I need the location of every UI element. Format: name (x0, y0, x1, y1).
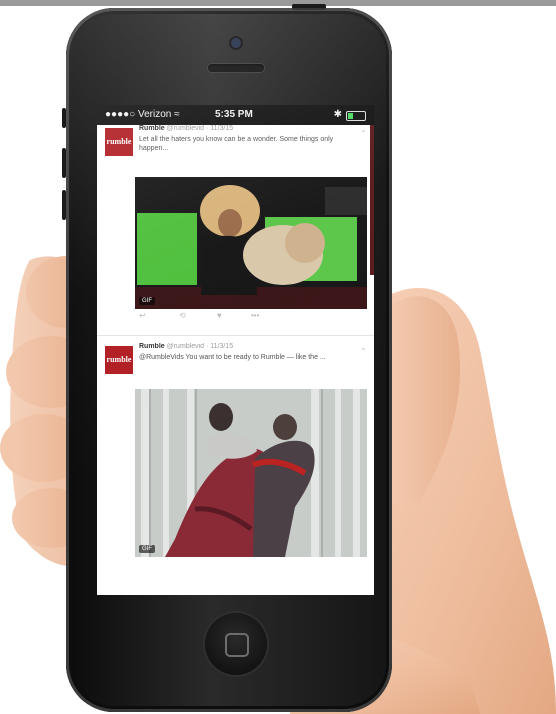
tweet-author[interactable]: Rumble (139, 343, 165, 350)
reply-icon[interactable]: ↩ (139, 311, 146, 320)
power-button[interactable] (292, 4, 326, 10)
bluetooth-icon: ✱ (333, 109, 342, 120)
gif-frame-green-screen (135, 177, 367, 309)
avatar[interactable]: rumble (105, 346, 133, 374)
tweet-text: @RumbleVids You want to be ready to Rumb… (139, 354, 326, 361)
tweet-author[interactable]: Rumble (139, 125, 165, 132)
phone-screen: ●●●●○ Verizon ≈ 5:35 PM ✱ rumble Rumble … (97, 105, 374, 595)
tweet-time: · 11/3/15 (206, 343, 234, 350)
scroll-indicator (370, 125, 374, 275)
mute-switch[interactable] (62, 108, 66, 128)
avatar[interactable]: rumble (105, 128, 133, 156)
more-icon[interactable]: ••• (251, 311, 259, 320)
heart-icon[interactable]: ♥ (217, 311, 222, 320)
battery-level (348, 113, 353, 119)
tweet-text: Let all the haters you know can be a won… (139, 136, 334, 152)
gif-badge: GIF (139, 297, 155, 305)
tweet-handle[interactable]: @rumblevid (167, 343, 204, 350)
home-square-icon (225, 633, 249, 657)
tweet-media-gif[interactable]: GIF (135, 177, 367, 309)
gif-badge: GIF (139, 545, 155, 553)
status-bar: ●●●●○ Verizon ≈ 5:35 PM ✱ (97, 105, 374, 125)
chevron-down-icon[interactable]: ⌄ (360, 343, 367, 352)
volume-up-button[interactable] (62, 148, 66, 178)
tweet-actions: ↩ ⟲ ♥ ••• (139, 311, 339, 321)
front-camera (231, 38, 241, 48)
tweet-header: Rumble @rumblevid · 11/3/15 (139, 343, 361, 350)
tweet-divider (97, 335, 374, 336)
volume-down-button[interactable] (62, 190, 66, 220)
status-time: 5:35 PM (215, 109, 253, 120)
earpiece-speaker (208, 64, 264, 72)
tweet-card[interactable]: rumble Rumble @rumblevid · 11/3/15 ⌄ @Ru… (105, 343, 367, 557)
gif-frame-fight-scene (135, 389, 367, 557)
tweet-time: · 11/3/15 (206, 125, 234, 132)
tweet-header: Rumble @rumblevid · 11/3/15 (139, 125, 361, 132)
tweet-media-gif[interactable]: GIF (135, 389, 367, 557)
retweet-icon[interactable]: ⟲ (179, 311, 186, 320)
chevron-down-icon[interactable]: ⌄ (360, 125, 367, 134)
tweet-card[interactable]: rumble Rumble @rumblevid · 11/3/15 ⌄ Let… (105, 125, 367, 320)
status-carrier: ●●●●○ Verizon ≈ (105, 109, 180, 120)
tweet-handle[interactable]: @rumblevid (167, 125, 204, 132)
battery-icon (346, 111, 366, 121)
